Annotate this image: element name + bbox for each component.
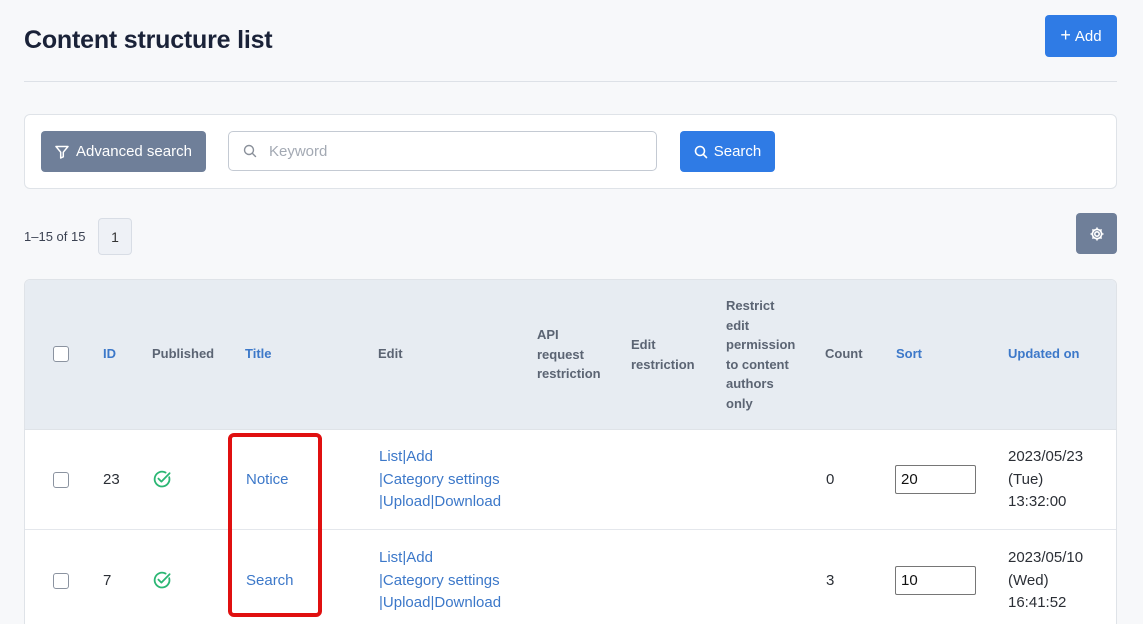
column-sort[interactable]: Sort	[896, 344, 922, 364]
column-restrict-line: Restrict	[726, 298, 775, 313]
row-title-link[interactable]: Search	[246, 572, 294, 589]
column-edit-restriction-line: restriction	[631, 356, 695, 372]
upload-link[interactable]: Upload	[383, 594, 431, 611]
column-restrict-edit-permission: Restrict edit permission to content auth…	[726, 296, 795, 414]
filter-icon	[55, 145, 69, 159]
header-divider	[24, 81, 1117, 82]
row-updated-on: 2023/05/23 (Tue) 13:32:00	[1008, 446, 1083, 514]
row-checkbox[interactable]	[53, 573, 69, 589]
download-link[interactable]: Download	[434, 594, 501, 611]
column-api-line: API	[537, 327, 559, 342]
search-button-label: Search	[713, 143, 762, 160]
column-api-line: request	[537, 346, 584, 362]
upload-link[interactable]: Upload	[383, 493, 431, 510]
add-button-label: Add	[1074, 27, 1102, 45]
table-row: 23 Notice List|Add |Category settings |U…	[25, 430, 1116, 530]
list-link[interactable]: List	[379, 549, 402, 566]
gear-icon	[1089, 226, 1105, 242]
updated-date: 2023/05/23	[1008, 448, 1084, 465]
table-row: 7 Search List|Add |Category settings |Up…	[25, 531, 1116, 624]
row-id: 23	[103, 471, 120, 488]
column-edit: Edit	[378, 346, 403, 361]
column-api-line: restriction	[537, 366, 601, 382]
category-settings-link[interactable]: Category settings	[383, 572, 500, 589]
column-restrict-line: permission	[726, 337, 796, 353]
category-settings-link[interactable]: Category settings	[383, 471, 500, 488]
published-check-icon	[152, 469, 172, 494]
column-edit-restriction-line: Edit	[631, 337, 656, 352]
list-link[interactable]: List	[379, 448, 402, 465]
search-icon	[694, 145, 708, 159]
row-checkbox[interactable]	[53, 472, 69, 488]
result-range: 1–15 of 15	[24, 229, 86, 244]
advanced-search-button[interactable]: Advanced search	[41, 131, 206, 172]
column-restrict-line: to content	[726, 356, 789, 372]
add-link[interactable]: Add	[406, 448, 433, 465]
updated-date: 2023/05/10	[1008, 549, 1084, 566]
select-all-checkbox[interactable]	[53, 346, 69, 362]
published-check-icon	[152, 570, 172, 595]
column-updated-on[interactable]: Updated on	[1008, 344, 1080, 364]
row-updated-on: 2023/05/10 (Wed) 16:41:52	[1008, 547, 1083, 615]
row-id: 7	[103, 572, 112, 589]
updated-time: 13:32:00	[1008, 493, 1067, 510]
row-count: 3	[826, 572, 835, 589]
sort-order-input[interactable]	[895, 465, 976, 494]
column-restrict-line: only	[726, 395, 753, 411]
column-id[interactable]: ID	[103, 344, 116, 364]
column-restrict-line: authors	[726, 376, 774, 392]
column-restrict-line: edit	[726, 317, 750, 333]
keyword-input[interactable]	[269, 142, 629, 160]
updated-day: (Wed)	[1008, 571, 1049, 589]
column-count: Count	[825, 346, 863, 361]
updated-time: 16:41:52	[1008, 594, 1067, 611]
page-button-1[interactable]: 1	[98, 218, 132, 255]
search-panel: Advanced search Search	[24, 114, 1117, 189]
sort-order-input[interactable]	[895, 566, 976, 595]
column-published: Published	[152, 346, 215, 361]
column-edit-restriction: Edit restriction	[631, 335, 695, 374]
row-edit-links: List|Add |Category settings |Upload|Down…	[379, 446, 501, 514]
plus-icon: +	[1060, 25, 1071, 45]
row-title-link[interactable]: Notice	[246, 471, 289, 488]
column-settings-button[interactable]	[1076, 213, 1117, 254]
keyword-field[interactable]	[228, 131, 657, 171]
row-edit-links: List|Add |Category settings |Upload|Down…	[379, 547, 501, 615]
add-button[interactable]: + Add	[1045, 15, 1117, 57]
page-title: Content structure list	[24, 26, 273, 54]
search-button[interactable]: Search	[680, 131, 775, 172]
add-link[interactable]: Add	[406, 549, 433, 566]
advanced-search-label: Advanced search	[76, 143, 192, 160]
row-count: 0	[826, 471, 835, 488]
column-api-request-restriction: API request restriction	[537, 325, 601, 384]
content-structure-table: ID Published Title Edit API request rest…	[24, 279, 1117, 624]
updated-day: (Tue)	[1008, 470, 1044, 488]
table-header: ID Published Title Edit API request rest…	[25, 280, 1116, 430]
column-title[interactable]: Title	[245, 344, 272, 364]
download-link[interactable]: Download	[434, 493, 501, 510]
search-icon	[243, 144, 257, 158]
